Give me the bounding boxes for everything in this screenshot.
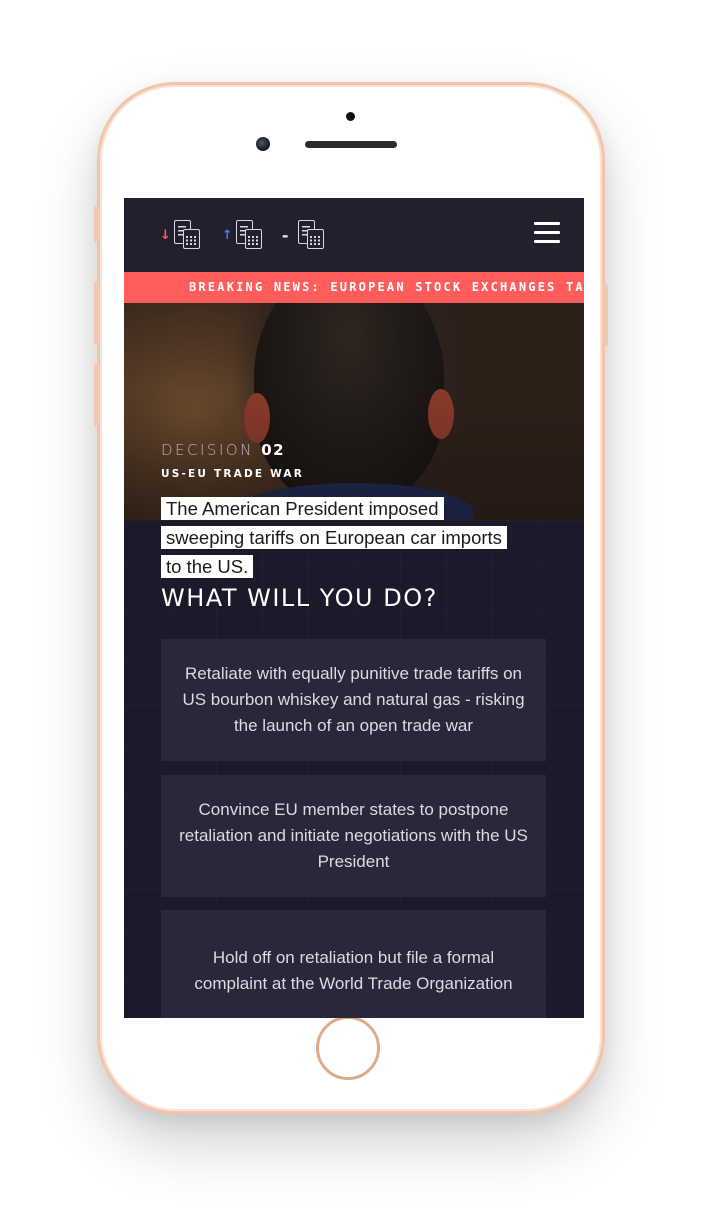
hamburger-menu-icon[interactable]: [534, 222, 560, 244]
phone-volume-up: [94, 282, 99, 344]
hero-shade: [124, 303, 584, 520]
decision-headline: The American President imposed sweeping …: [161, 494, 521, 581]
proximity-sensor: [346, 112, 355, 121]
option-label: Hold off on retaliation but file a forma…: [194, 948, 513, 993]
breaking-news-ticker: BREAKING NEWS: EUROPEAN STOCK EXCHANGES …: [124, 272, 584, 303]
calculator-document-icon: [235, 220, 264, 250]
hero-image: [124, 303, 584, 520]
arrow-up-icon: ↑: [221, 227, 233, 243]
option-label: Retaliate with equally punitive trade ta…: [182, 664, 525, 735]
ticker-text: BREAKING NEWS: EUROPEAN STOCK EXCHANGES …: [189, 280, 584, 294]
option-wto-complaint[interactable]: Hold off on retaliation but file a forma…: [161, 910, 546, 1018]
ticker-fade: [174, 272, 194, 303]
calculator-document-icon: [173, 220, 202, 250]
market-indicators: ↓ ↑ -: [160, 218, 346, 252]
phone-mute-switch: [94, 206, 99, 242]
decision-number: 02: [261, 441, 286, 459]
mockup-stage: ↓ ↑ - BREAKING NEWS: EUROPEAN STOCK EXCH…: [0, 0, 704, 1224]
decision-label: DECISION 02: [161, 441, 285, 459]
question-heading: WHAT WILL YOU DO?: [161, 584, 438, 612]
top-bar: ↓ ↑ -: [124, 198, 584, 272]
decision-label-text: DECISION: [161, 441, 254, 459]
option-retaliate[interactable]: Retaliate with equally punitive trade ta…: [161, 639, 546, 761]
option-label: Convince EU member states to postpone re…: [179, 800, 528, 871]
earpiece-speaker: [305, 141, 397, 148]
home-button[interactable]: [316, 1016, 380, 1080]
front-camera: [256, 137, 270, 151]
neutral-dash-icon: -: [281, 225, 289, 245]
option-negotiate[interactable]: Convince EU member states to postpone re…: [161, 775, 546, 897]
decision-headline-text: The American President imposed sweeping …: [161, 497, 507, 578]
phone-power-button: [603, 284, 608, 346]
arrow-down-icon: ↓: [160, 227, 171, 243]
decision-topic: US-EU TRADE WAR: [161, 468, 305, 480]
phone-volume-down: [94, 364, 99, 426]
calculator-document-icon: [298, 220, 326, 250]
app-screen: ↓ ↑ - BREAKING NEWS: EUROPEAN STOCK EXCH…: [124, 198, 584, 1018]
